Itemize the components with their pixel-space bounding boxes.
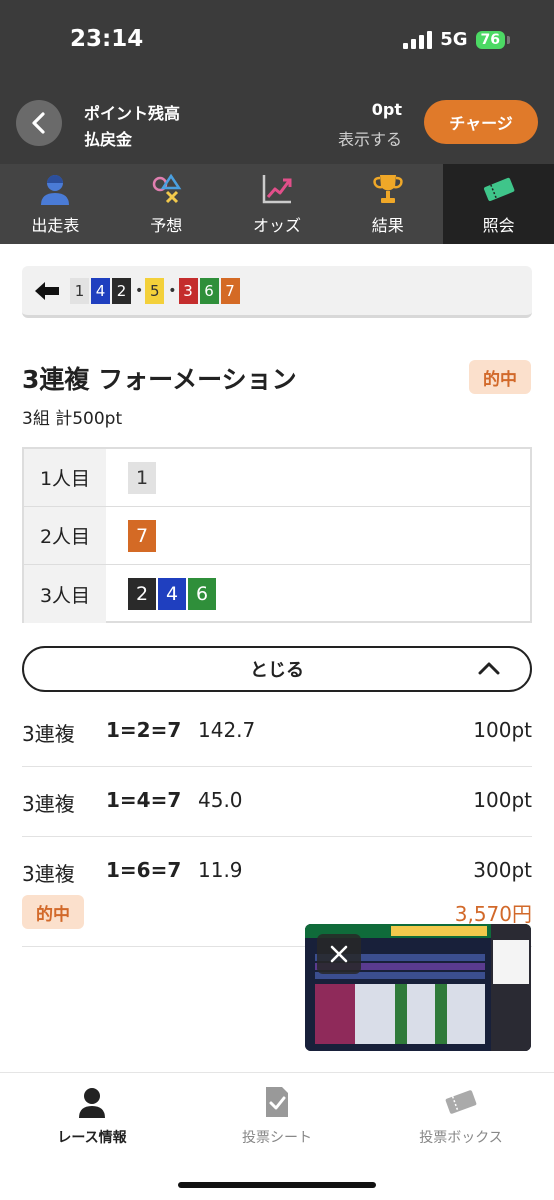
- hit-badge: 的中: [469, 360, 531, 394]
- bottom-tab-vote-box[interactable]: 投票ボックス: [386, 1085, 536, 1147]
- formation-number: 6: [188, 578, 216, 610]
- app-header: ポイント残高 払戻金 0pt 表示する チャージ: [0, 84, 554, 164]
- refund-label: 払戻金: [84, 130, 133, 149]
- divider: [22, 766, 532, 767]
- bottom-navigation: レース情報 投票シート 投票ボックス: [0, 1072, 554, 1200]
- bet-line-type: 3連複: [22, 862, 75, 886]
- tab-inquiry[interactable]: 照会: [443, 164, 554, 244]
- symbols-icon: [148, 172, 184, 206]
- order-number: 3: [178, 277, 198, 304]
- bet-line-combination: 1=4=7: [106, 788, 182, 812]
- bet-line: 3連複 1=4=7 45.0 100pt: [22, 788, 532, 818]
- formation-number: 2: [128, 578, 156, 610]
- order-separator: •: [168, 282, 177, 299]
- order-number: 2: [112, 277, 131, 304]
- video-close-button[interactable]: [317, 934, 361, 974]
- order-number: 7: [220, 277, 240, 304]
- order-number: 1: [70, 277, 89, 304]
- network-label: 5G: [440, 29, 468, 50]
- formation-numbers: 7: [106, 507, 530, 564]
- tab-prediction-label: 予想: [150, 216, 183, 235]
- close-details-label: とじる: [250, 660, 304, 681]
- bet-line-odds: 45.0: [198, 788, 243, 812]
- race-nav-tabs: 出走表 予想 オッズ 結果 照会: [0, 164, 554, 244]
- formation-numbers: 1: [106, 449, 530, 506]
- charge-button[interactable]: チャージ: [424, 100, 538, 144]
- formation-position-label: 1人目: [24, 449, 106, 506]
- arrow-left-icon: [34, 280, 60, 302]
- ticket-box-icon: [445, 1090, 477, 1114]
- bet-line-type: 3連複: [22, 792, 75, 816]
- formation-table: 1人目 1 2人目 7 3人目 2 4 6: [22, 447, 532, 623]
- bet-line-type: 3連複: [22, 722, 75, 746]
- formation-number: 1: [128, 461, 156, 494]
- trend-chart-icon: [259, 172, 295, 206]
- battery-icon: 76: [475, 30, 510, 49]
- order-number: 5: [145, 277, 165, 304]
- bet-line-odds: 142.7: [198, 718, 256, 742]
- bet-type-title: 3連複 フォーメーション: [22, 365, 297, 394]
- tab-entries-label: 出走表: [31, 216, 80, 235]
- order-separator: •: [135, 282, 144, 299]
- status-bar: 23:14 5G 76: [0, 0, 554, 84]
- bet-summary: 3組 計500pt: [22, 409, 123, 429]
- bet-line-combination: 1=2=7: [106, 718, 182, 742]
- formation-row: 1人目 1: [24, 449, 530, 507]
- battery-level: 76: [475, 30, 505, 49]
- formation-row: 3人目 2 4 6: [24, 565, 530, 623]
- bottom-tab-label: レース情報: [57, 1130, 127, 1146]
- signal-icon: [403, 30, 433, 49]
- tab-inquiry-label: 照会: [482, 216, 515, 235]
- bet-line-amount: 300pt: [473, 858, 532, 882]
- home-indicator[interactable]: [178, 1182, 376, 1188]
- formation-position-label: 3人目: [24, 565, 106, 623]
- show-refund-link[interactable]: 表示する: [338, 126, 402, 150]
- formation-row: 2人目 7: [24, 507, 530, 565]
- back-button[interactable]: [16, 100, 62, 146]
- bet-line-odds: 11.9: [198, 858, 243, 882]
- bottom-tab-label: 投票ボックス: [419, 1130, 503, 1146]
- bottom-tab-label: 投票シート: [242, 1130, 312, 1146]
- racer-icon: [37, 172, 73, 206]
- order-number: 4: [91, 277, 110, 304]
- tab-prediction[interactable]: 予想: [111, 164, 222, 244]
- formation-numbers: 2 4 6: [106, 565, 530, 623]
- bet-line-amount: 100pt: [473, 718, 532, 742]
- tab-results-label: 結果: [371, 216, 404, 235]
- trophy-icon: [370, 172, 406, 206]
- formation-number: 4: [158, 578, 186, 610]
- status-indicators: 5G 76: [403, 29, 510, 50]
- bottom-tab-race-info[interactable]: レース情報: [17, 1085, 167, 1147]
- tab-results[interactable]: 結果: [332, 164, 443, 244]
- bet-line: 3連複 1=6=7 11.9 300pt: [22, 858, 532, 888]
- point-balance-label: ポイント残高: [84, 104, 181, 123]
- chevron-left-icon: [32, 112, 45, 134]
- bottom-tab-vote-sheet[interactable]: 投票シート: [202, 1085, 352, 1147]
- tab-odds[interactable]: オッズ: [222, 164, 333, 244]
- tab-entries[interactable]: 出走表: [0, 164, 111, 244]
- ticket-icon: [481, 172, 517, 206]
- racer-icon: [79, 1088, 105, 1118]
- formation-position-label: 2人目: [24, 507, 106, 564]
- race-result-order: 1 4 2 • 5 • 3 6 7: [22, 266, 532, 318]
- point-balance-value: 0pt: [371, 100, 402, 119]
- formation-number: 7: [128, 519, 156, 552]
- check-sheet-icon: [266, 1087, 288, 1117]
- bet-line-combination: 1=6=7: [106, 858, 182, 882]
- status-time: 23:14: [70, 26, 144, 52]
- divider: [22, 836, 532, 837]
- close-icon: [330, 945, 348, 963]
- bet-line: 3連複 1=2=7 142.7 100pt: [22, 718, 532, 748]
- payout-amount: 3,570円: [454, 902, 532, 926]
- chevron-up-icon: [478, 662, 500, 675]
- bet-line-amount: 100pt: [473, 788, 532, 812]
- hit-badge: 的中: [22, 895, 84, 929]
- tab-odds-label: オッズ: [252, 216, 301, 235]
- order-number: 6: [199, 277, 219, 304]
- close-details-button[interactable]: とじる: [22, 646, 532, 692]
